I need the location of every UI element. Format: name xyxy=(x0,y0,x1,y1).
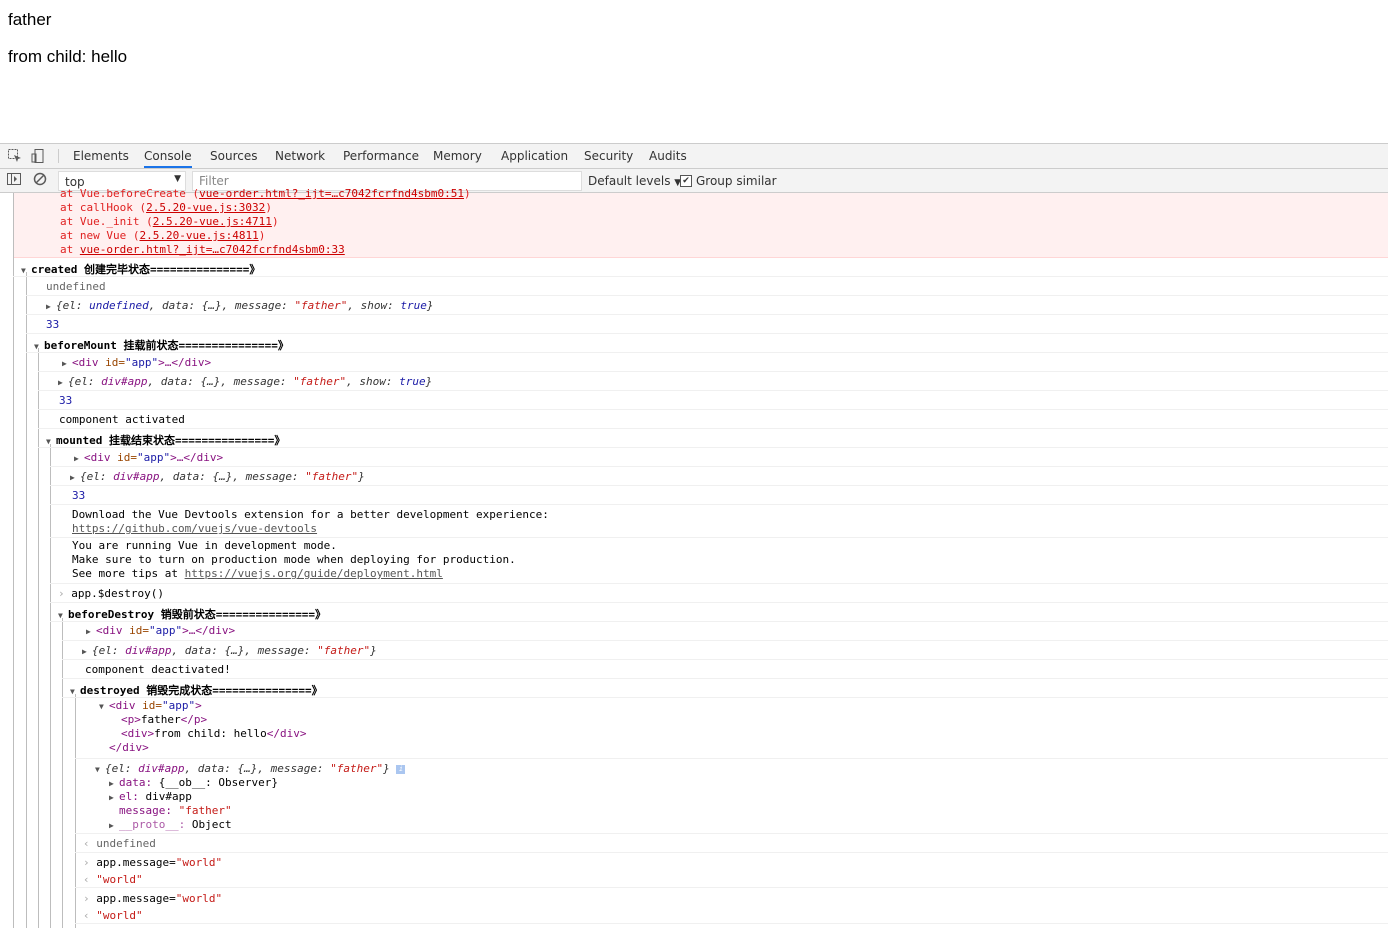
tab-audits[interactable]: Audits xyxy=(649,144,687,168)
log-row-element-expanded[interactable]: ▼ <div id="app"> <p>father</p> <div>from … xyxy=(75,698,1388,759)
devtools-link[interactable]: https://github.com/vuejs/vue-devtools xyxy=(72,522,317,535)
stack-link[interactable]: 2.5.20-vue.js:3032 xyxy=(146,201,265,214)
devtools-panel: Elements Console Sources Network Perform… xyxy=(0,143,1388,928)
expand-triangle-icon[interactable]: ▶ xyxy=(109,779,119,788)
page-text-father: father xyxy=(8,10,52,29)
tab-memory[interactable]: Memory xyxy=(433,144,482,168)
log-row: 33 xyxy=(38,391,1388,410)
log-levels-label: Default levels xyxy=(588,174,671,188)
tab-console[interactable]: Console xyxy=(144,144,192,168)
expand-triangle-icon[interactable]: ▼ xyxy=(70,687,80,696)
log-levels-dropdown[interactable]: Default levels ▼ xyxy=(588,174,681,188)
group-indent-bar xyxy=(26,272,27,928)
input-chevron-icon: › xyxy=(58,587,72,600)
expand-triangle-icon[interactable]: ▼ xyxy=(46,437,56,446)
tab-performance[interactable]: Performance xyxy=(343,144,419,168)
expand-triangle-icon[interactable]: ▶ xyxy=(46,302,56,311)
stack-link[interactable]: vue-order.html?_ijt=…c7042fcrfnd4sbm0:33 xyxy=(80,243,345,256)
log-row-result: ‹ undefined xyxy=(75,834,1388,853)
group-similar-label: Group similar xyxy=(696,174,777,188)
expand-triangle-icon[interactable]: ▼ xyxy=(99,702,109,711)
log-row-input: › app.message="world" ‹ "world" xyxy=(75,889,1388,924)
group-indent-bar xyxy=(13,193,14,928)
expand-triangle-icon[interactable]: ▶ xyxy=(82,647,92,656)
expand-triangle-icon[interactable]: ▶ xyxy=(62,359,72,368)
tab-security[interactable]: Security xyxy=(584,144,633,168)
stack-line: at vue-order.html?_ijt=…c7042fcrfnd4sbm0… xyxy=(60,243,345,256)
log-row: component deactivated! xyxy=(62,660,1388,679)
expand-triangle-icon[interactable]: ▶ xyxy=(109,793,119,802)
group-similar-checkbox[interactable]: ✔ xyxy=(680,175,692,187)
expand-triangle-icon[interactable]: ▼ xyxy=(34,342,44,351)
stack-line: at Vue._init (2.5.20-vue.js:4711) xyxy=(60,215,279,228)
chevron-down-icon: ▼ xyxy=(174,174,181,184)
device-toolbar-icon[interactable] xyxy=(30,148,46,164)
sidebar-toggle-icon[interactable] xyxy=(7,172,23,188)
input-chevron-icon: › xyxy=(83,892,97,905)
stack-line: at Vue.beforeCreate (vue-order.html?_ijt… xyxy=(60,187,471,200)
log-row: 33 xyxy=(26,315,1388,334)
expand-triangle-icon[interactable]: ▶ xyxy=(109,821,119,830)
log-row: undefined xyxy=(26,277,1388,296)
expand-triangle-icon[interactable]: ▶ xyxy=(74,454,84,463)
tab-elements[interactable]: Elements xyxy=(73,144,129,168)
tab-application[interactable]: Application xyxy=(501,144,568,168)
log-row-input: › app.message="world" ‹ "world" xyxy=(75,853,1388,888)
devtools-tabbar: Elements Console Sources Network Perform… xyxy=(0,144,1388,169)
expand-triangle-icon[interactable]: ▶ xyxy=(86,627,96,636)
log-row: 33 xyxy=(50,486,1388,505)
log-row-object[interactable]: ▶ {el: undefined, data: {…}, message: "fa… xyxy=(26,296,1388,315)
stack-link[interactable]: 2.5.20-vue.js:4711 xyxy=(153,215,272,228)
expand-triangle-icon[interactable]: ▼ xyxy=(21,266,31,275)
log-row-object[interactable]: ▶ {el: div#app, data: {…}, message: "fath… xyxy=(38,372,1388,391)
stack-line: at callHook (2.5.20-vue.js:3032) xyxy=(60,201,272,214)
info-icon[interactable]: i xyxy=(396,764,406,774)
expand-triangle-icon[interactable]: ▶ xyxy=(70,473,80,482)
expand-triangle-icon[interactable]: ▶ xyxy=(58,378,68,387)
group-created[interactable]: ▼ created 创建完毕状态===============》 xyxy=(13,258,1388,277)
deployment-link[interactable]: https://vuejs.org/guide/deployment.html xyxy=(185,567,443,580)
log-row-input: › app.$destroy() xyxy=(50,584,1388,603)
expand-triangle-icon[interactable]: ▼ xyxy=(95,765,105,774)
stack-link[interactable]: 2.5.20-vue.js:4811 xyxy=(139,229,258,242)
result-chevron-icon: ‹ xyxy=(83,909,97,922)
group-before-mount[interactable]: ▼ beforeMount 挂载前状态===============》 xyxy=(26,334,1388,353)
log-row: component activated xyxy=(38,410,1388,429)
rendered-page: father from child: hello xyxy=(0,0,1388,143)
log-row-object[interactable]: ▶ {el: div#app, data: {…}, message: "fath… xyxy=(62,641,1388,660)
result-chevron-icon: ‹ xyxy=(83,837,97,850)
result-chevron-icon: ‹ xyxy=(83,873,97,886)
error-stack-block: at Vue.beforeCreate (vue-order.html?_ijt… xyxy=(13,187,1388,258)
stack-link[interactable]: vue-order.html?_ijt=…c7042fcrfnd4sbm0:51 xyxy=(199,187,464,200)
log-row-element[interactable]: ▶ <div id="app">…</div> xyxy=(62,622,1388,641)
tab-network[interactable]: Network xyxy=(275,144,325,168)
inspect-element-icon[interactable] xyxy=(7,148,23,164)
input-chevron-icon: › xyxy=(83,856,97,869)
group-destroyed[interactable]: ▼ destroyed 销毁完成状态===============》 xyxy=(62,679,1388,698)
log-row-element[interactable]: ▶ <div id="app">…</div> xyxy=(38,353,1388,372)
log-row-object[interactable]: ▶ {el: div#app, data: {…}, message: "fath… xyxy=(50,467,1388,486)
console-output: at Vue.beforeCreate (vue-order.html?_ijt… xyxy=(0,187,1388,928)
log-row-dev-mode: You are running Vue in development mode.… xyxy=(50,538,1388,584)
group-mounted[interactable]: ▼ mounted 挂载结束状态===============》 xyxy=(38,429,1388,448)
stack-line: at new Vue (2.5.20-vue.js:4811) xyxy=(60,229,266,242)
log-row-element[interactable]: ▶ <div id="app">…</div> xyxy=(50,448,1388,467)
page-text-child: from child: hello xyxy=(8,47,128,66)
clear-console-icon[interactable] xyxy=(33,172,49,188)
toolbar-divider xyxy=(58,149,59,163)
log-row-object-expanded[interactable]: ▼ {el: div#app, data: {…}, message: "fath… xyxy=(75,759,1388,834)
expand-triangle-icon[interactable]: ▼ xyxy=(58,611,68,620)
log-row-devtools-tip: Download the Vue Devtools extension for … xyxy=(50,505,1388,538)
group-before-destroy[interactable]: ▼ beforeDestroy 销毁前状态===============》 xyxy=(50,603,1388,622)
tab-sources[interactable]: Sources xyxy=(210,144,257,168)
